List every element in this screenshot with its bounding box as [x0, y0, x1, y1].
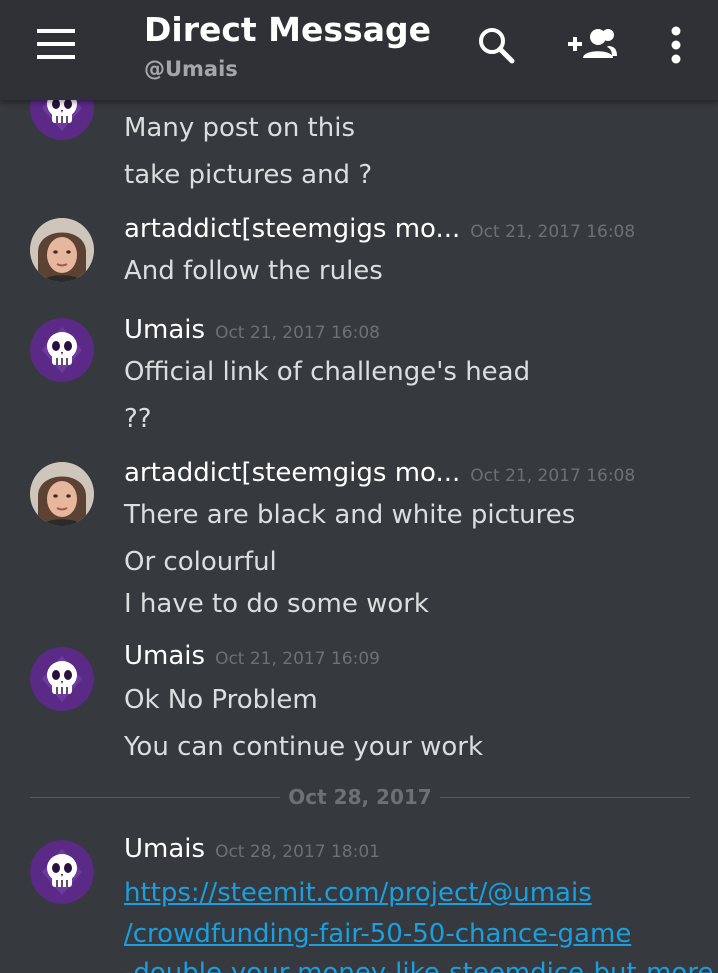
author-name[interactable]: Umais [124, 641, 205, 671]
message-text: You can continue your work [124, 732, 484, 762]
message-timestamp: Oct 21, 2017 16:09 [215, 649, 380, 669]
more-options-icon[interactable] [652, 20, 700, 68]
message-timestamp: Oct 28, 2017 18:01 [215, 842, 380, 862]
avatar-umais[interactable] [30, 318, 94, 382]
message-text: I have to do some work [124, 589, 429, 619]
search-icon[interactable] [472, 20, 520, 68]
message-text: ?? [124, 404, 152, 434]
chat-screen: Direct Message @Umais Many post on this … [0, 0, 718, 973]
author-name[interactable]: Umais [124, 315, 205, 345]
avatar-artaddict[interactable] [30, 218, 94, 282]
message-author[interactable]: Umais Oct 21, 2017 16:09 [124, 641, 380, 671]
message-link[interactable]: -double-your-money-like-steemdice-but-mo… [124, 958, 713, 973]
message-text: Ok No Problem [124, 685, 318, 715]
author-name[interactable]: Umais [124, 834, 205, 864]
message-timestamp: Oct 21, 2017 16:08 [470, 466, 636, 486]
channel-username: @Umais [144, 57, 238, 81]
message-author[interactable]: Umais Oct 21, 2017 16:08 [124, 315, 380, 345]
message-text: And follow the rules [124, 256, 383, 286]
page-title: Direct Message [144, 10, 431, 49]
avatar-umais[interactable] [30, 647, 94, 711]
message-timestamp: Oct 21, 2017 16:08 [215, 323, 380, 343]
author-name[interactable]: artaddict[steemgigs mo... [124, 458, 460, 488]
date-divider-line-right [440, 797, 690, 798]
message-link[interactable]: /crowdfunding-fair-50-50-chance-game [124, 919, 631, 949]
message-author[interactable]: artaddict[steemgigs mo... Oct 21, 2017 16… [124, 458, 635, 488]
menu-icon[interactable] [37, 29, 75, 59]
add-friend-icon[interactable] [566, 20, 620, 68]
message-text: There are black and white pictures [124, 500, 576, 530]
avatar-artaddict[interactable] [30, 462, 94, 526]
date-divider: Oct 28, 2017 [288, 785, 432, 809]
message-text: take pictures and ? [124, 160, 373, 190]
message-timestamp: Oct 21, 2017 16:08 [470, 222, 636, 242]
message-author[interactable]: artaddict[steemgigs mo... Oct 21, 2017 16… [124, 214, 635, 244]
message-text: Official link of challenge's head [124, 357, 531, 387]
message-link[interactable]: https://steemit.com/project/@umais [124, 878, 592, 908]
message-text: Many post on this [124, 113, 356, 143]
top-app-bar: Direct Message @Umais [0, 0, 718, 100]
author-name[interactable]: artaddict[steemgigs mo... [124, 214, 460, 244]
avatar-umais[interactable] [30, 840, 94, 904]
message-author[interactable]: Umais Oct 28, 2017 18:01 [124, 834, 380, 864]
date-divider-line-left [30, 797, 280, 798]
message-text: Or colourful [124, 547, 277, 577]
